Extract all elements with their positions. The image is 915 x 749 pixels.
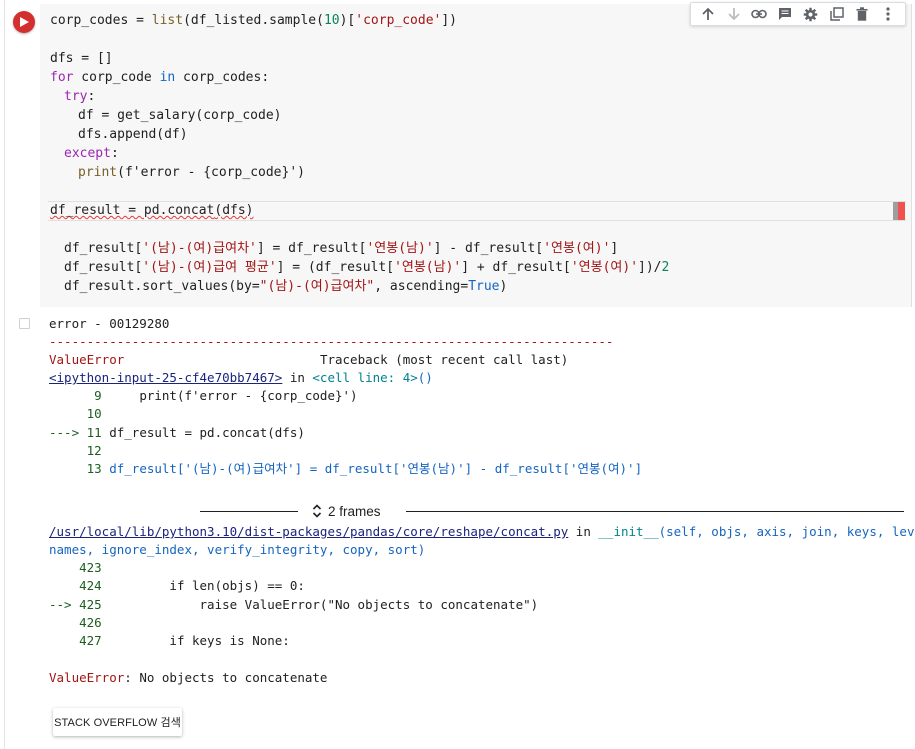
- mirror-cell-icon: [829, 7, 844, 21]
- traceback-current-line: ---> 11 df_result = pd.concat(dfs): [49, 425, 305, 440]
- cell-gutter: [4, 0, 5, 749]
- traceback-source-line: 426: [49, 615, 102, 630]
- settings-button[interactable]: [801, 4, 821, 24]
- code-line-11: df_result = pd.concat(dfs): [50, 203, 254, 218]
- traceback-source-line: 423: [49, 560, 102, 575]
- link-icon: [751, 9, 768, 19]
- code-line-8: except:: [64, 146, 119, 161]
- comment-icon: [779, 8, 792, 20]
- delete-icon: [856, 7, 868, 21]
- traceback-current-line: --> 425 raise ValueError("No objects to …: [49, 597, 539, 612]
- traceback-location: /usr/local/lib/python3.10/dist-packages/…: [49, 524, 915, 539]
- stack-overflow-search-button[interactable]: STACK OVERFLOW 검색: [53, 708, 182, 736]
- output-line: error - 00129280: [49, 316, 170, 331]
- move-down-button[interactable]: [724, 4, 744, 24]
- code-line-6: df = get_salary(corp_code): [78, 108, 282, 123]
- traceback-header: ValueError Traceback (most recent call l…: [49, 352, 569, 367]
- traceback-file-link[interactable]: /usr/local/lib/python3.10/dist-packages/…: [49, 524, 568, 539]
- code-line-15: df_result.sort_values(by="(남)-(여)급여차", a…: [64, 279, 508, 294]
- mirror-cell-button[interactable]: [827, 4, 847, 24]
- code-line-5: try:: [64, 89, 96, 104]
- delete-cell-button[interactable]: [852, 4, 872, 24]
- error-message: ValueError: No objects to concatenate: [49, 670, 328, 685]
- code-line-13: df_result['(남)-(여)급여차'] = df_result['연봉(…: [64, 241, 619, 256]
- traceback-separator: ----------------------------------------…: [49, 334, 614, 349]
- divider: [200, 511, 298, 512]
- code-line-14: df_result['(남)-(여)급여 평균'] = (df_result['…: [64, 260, 670, 275]
- link-button[interactable]: [749, 4, 769, 24]
- traceback-location: <ipython-input-25-cf4e70bb7467> in <cell…: [49, 370, 433, 385]
- run-cell-button[interactable]: [13, 11, 35, 33]
- stack-overflow-search-label: STACK OVERFLOW 검색: [54, 717, 181, 729]
- more-actions-button[interactable]: [878, 4, 898, 24]
- traceback-file-link[interactable]: <ipython-input-25-cf4e70bb7467>: [49, 370, 282, 385]
- notebook-cell: corp_codes = list(df_listed.sample(10)['…: [0, 0, 915, 749]
- expand-frames-button[interactable]: 2 frames: [312, 502, 381, 520]
- code-line-3: dfs = []: [50, 51, 113, 66]
- cell-toolbar: [690, 2, 906, 26]
- settings-icon: [804, 7, 818, 21]
- code-line-9: print(f'error - {corp_code}'): [78, 165, 305, 180]
- arrow-down-icon: [727, 8, 740, 21]
- traceback-source-line: 424 if len(objs) == 0:: [49, 578, 305, 593]
- traceback-source-line: 10: [49, 406, 102, 421]
- output-actions-icon[interactable]: [19, 318, 30, 329]
- comment-button[interactable]: [775, 4, 795, 24]
- code-line-1: corp_codes = list(df_listed.sample(10)['…: [50, 13, 458, 28]
- code-line-7: dfs.append(df): [78, 127, 188, 142]
- traceback-source-line: 9 print(f'error - {corp_code}'): [49, 388, 358, 403]
- collapsed-frames-row: 2 frames: [200, 502, 904, 520]
- arrow-up-icon: [702, 7, 714, 20]
- unfold-icon: [312, 504, 322, 518]
- traceback-source-line: 12: [49, 443, 102, 458]
- frames-label: 2 frames: [328, 503, 381, 519]
- play-icon: [20, 17, 29, 27]
- divider: [406, 511, 904, 512]
- traceback-source-line: 13 df_result['(남)-(여)급여차'] = df_result['…: [49, 461, 643, 476]
- code-line-4: for corp_code in corp_codes:: [50, 70, 270, 85]
- traceback-location-cont: names, ignore_index, verify_integrity, c…: [49, 542, 426, 557]
- more-icon: [886, 7, 890, 21]
- move-up-button[interactable]: [698, 4, 718, 24]
- scrollbar-marker[interactable]: [893, 202, 905, 220]
- traceback-source-line: 427 if keys is None:: [49, 633, 290, 648]
